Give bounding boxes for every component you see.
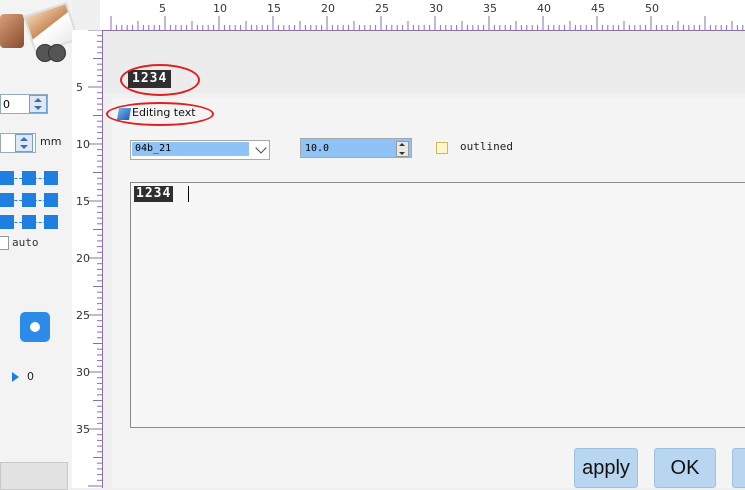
size-spinbox[interactable] <box>0 133 36 153</box>
ruler-label: 30 <box>429 2 443 15</box>
play-value: 0 <box>27 370 34 383</box>
ok-button[interactable]: OK <box>654 448 716 488</box>
ruler-label: 35 <box>483 2 497 15</box>
ruler-label: 50 <box>645 2 659 15</box>
text-input-value[interactable]: 1234 <box>134 186 174 202</box>
ruler-label: 5 <box>159 2 166 15</box>
outlined-label: outlined <box>460 140 513 153</box>
vertical-ruler: 5 10 15 20 25 30 35 <box>72 30 103 488</box>
text-input-area[interactable] <box>130 182 745 428</box>
ruler-label: 35 <box>76 423 90 436</box>
play-icon[interactable] <box>12 372 19 382</box>
annotation-circle <box>120 64 200 96</box>
ruler-label: 25 <box>375 2 389 15</box>
font-size-spinbox[interactable]: 10.0 <box>300 138 412 158</box>
ruler-label: 15 <box>267 2 281 15</box>
spin-arrows-icon[interactable] <box>29 95 47 113</box>
ruler-label: 20 <box>76 252 90 265</box>
ruler-label: 45 <box>591 2 605 15</box>
ruler-label: 40 <box>537 2 551 15</box>
apply-button[interactable]: apply <box>574 448 638 488</box>
avatar[interactable] <box>0 14 24 48</box>
font-size-value: 10.0 <box>305 143 330 154</box>
spin-arrows-icon[interactable] <box>15 134 33 152</box>
ruler-label: 10 <box>213 2 227 15</box>
ruler-label: 5 <box>76 81 83 94</box>
annotation-circle <box>106 102 214 126</box>
reels-icon <box>36 44 66 62</box>
chevron-down-icon[interactable] <box>255 142 267 154</box>
spin-arrows-icon[interactable] <box>396 141 409 157</box>
top-spinbox[interactable]: 0 <box>0 94 48 114</box>
font-select-value: 04b_21 <box>132 142 249 156</box>
ruler-label: 25 <box>76 309 90 322</box>
auto-checkbox[interactable] <box>0 236 9 250</box>
ruler-label: 30 <box>76 366 90 379</box>
outlined-checkbox[interactable] <box>436 142 448 154</box>
alignment-grid[interactable] <box>0 168 60 234</box>
auto-label: auto <box>12 236 39 249</box>
cancel-button[interactable] <box>732 448 745 488</box>
ruler-label: 15 <box>76 195 90 208</box>
ruler-label: 10 <box>76 138 90 151</box>
record-button[interactable] <box>20 312 50 342</box>
top-spinbox-value: 0 <box>3 97 10 111</box>
text-caret <box>188 186 189 202</box>
ruler-label: 20 <box>321 2 335 15</box>
unit-label: mm <box>40 135 62 148</box>
bottom-panel-box[interactable] <box>0 462 68 490</box>
horizontal-ruler: 5 10 15 20 25 30 35 40 45 50 <box>100 0 745 31</box>
preview-strip <box>103 31 745 93</box>
font-select[interactable]: 04b_21 <box>130 140 270 160</box>
left-panel: 0 mm auto 0 <box>0 0 80 490</box>
